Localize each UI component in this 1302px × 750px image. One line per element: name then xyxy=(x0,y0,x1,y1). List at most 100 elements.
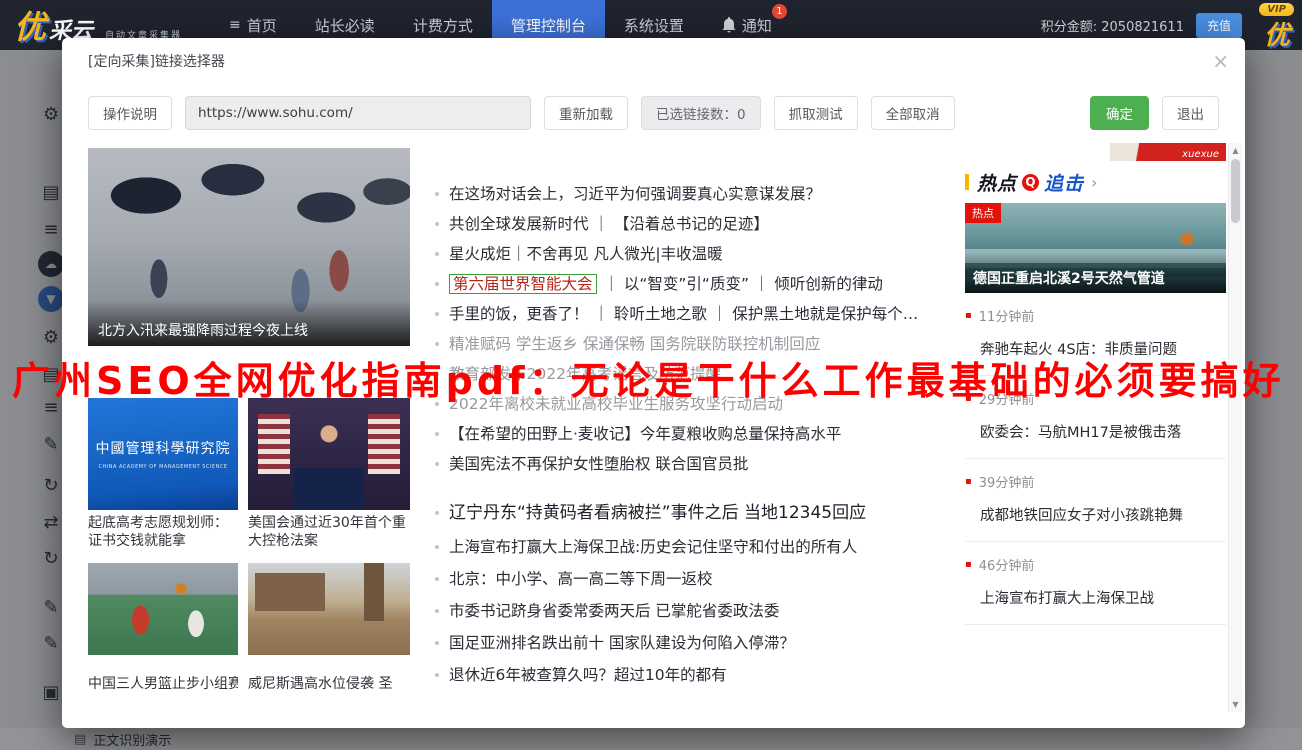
bullet-icon xyxy=(435,222,439,226)
hot-item-link[interactable]: 成都地铁回应女子对小孩跳艳舞 xyxy=(965,504,1226,525)
news-item[interactable]: 上海宣布打赢大上海保卫战:历史会记住坚守和付出的所有人 xyxy=(432,531,966,563)
news-link: 美国宪法不再保护女性堕胎权 联合国官员批 xyxy=(449,455,748,473)
menu-icon: ≡ xyxy=(229,17,241,33)
confirm-button[interactable]: 确定 xyxy=(1090,96,1149,130)
navbar-right: 积分金额: 2050821611 充值 xyxy=(1041,13,1242,38)
main-photo[interactable]: 北方入汛来最强降雨过程今夜上线 xyxy=(88,148,410,346)
news-item[interactable]: 手里的饭，更香了！ ｜ 聆听土地之歌 ｜ 保护黑土地就是保护每个… xyxy=(432,299,966,329)
news-card-congress[interactable] xyxy=(248,398,410,510)
card-image-text: 中國管理科學研究院 xyxy=(96,438,231,458)
news-list: 在这场对话会上，习近平为何强调要真心实意谋发展？ 共创全球发展新时代 ｜ 【沿着… xyxy=(432,179,966,691)
help-button[interactable]: 操作说明 xyxy=(88,96,172,130)
url-input[interactable] xyxy=(185,96,531,130)
news-card-basketball[interactable] xyxy=(88,563,238,655)
hot-item[interactable]: ▪39分钟前 成都地铁回应女子对小孩跳艳舞 xyxy=(965,459,1226,542)
news-link: 共创全球发展新时代 ｜ 【沿着总书记的足迹】 xyxy=(449,215,769,233)
bullet-icon xyxy=(435,609,439,613)
scroll-down-icon[interactable]: ▼ xyxy=(1229,700,1242,709)
main-photo-caption[interactable]: 北方入汛来最强降雨过程今夜上线 xyxy=(88,300,410,346)
bullet-icon xyxy=(435,641,439,645)
bullet-icon xyxy=(435,545,439,549)
corner-logo-glyph: 优 xyxy=(1264,15,1290,52)
hot-item[interactable]: ▪ 46分钟前 上海宣布打赢大上海保卫战 xyxy=(965,542,1226,625)
news-item[interactable]: 星火成炬｜不舍再见 凡人微光|丰收温暖 xyxy=(432,239,966,269)
news-link: 在这场对话会上，习近平为何强调要真心实意谋发展？ xyxy=(449,185,821,203)
accent-bar xyxy=(965,174,969,190)
dialog-toolbar: 操作说明 重新加载 已选链接数：0 抓取测试 全部取消 确定 退出 xyxy=(88,96,1219,130)
news-link: 上海宣布打赢大上海保卫战:历史会记住坚守和付出的所有人 xyxy=(449,538,857,556)
notification-badge: 1 xyxy=(772,4,787,19)
nav-must-read-label: 站长必读 xyxy=(315,15,375,36)
watermark-text: 广州SEO全网优化指南pdf：无论是干什么工作最基础的必须要搞好 xyxy=(12,350,1285,405)
bullet-square-icon: ▪ xyxy=(965,311,972,321)
bullet-icon xyxy=(435,673,439,677)
credit-balance: 积分金额: 2050821611 xyxy=(1041,16,1184,35)
logo-glyph: 优 xyxy=(14,2,46,48)
news-item[interactable]: 美国宪法不再保护女性堕胎权 联合国官员批 xyxy=(432,449,966,479)
hot-image-caption: 德国正重启北溪2号天然气管道 xyxy=(965,252,1226,293)
hot-tag-badge: 热点 xyxy=(965,203,1001,223)
bullet-icon xyxy=(435,342,439,346)
bullet-icon xyxy=(435,192,439,196)
card-image-subtext: CHINA ACADEMY OF MANAGEMENT SCIENCE xyxy=(99,464,228,470)
recharge-button[interactable]: 充值 xyxy=(1196,13,1242,38)
close-icon[interactable]: × xyxy=(1212,51,1229,71)
dialog-header: [定向采集]链接选择器 × xyxy=(88,46,1229,76)
scrollbar[interactable]: ▲ ▼ xyxy=(1228,143,1242,712)
nav-pricing-label: 计费方式 xyxy=(413,15,473,36)
bullet-icon xyxy=(435,282,439,286)
card-caption[interactable]: 起底高考志愿规划师：证书交钱就能拿 xyxy=(88,515,238,550)
news-item[interactable]: 北京：中小学、高一高二等下周一返校 xyxy=(432,563,966,595)
promo-banner-text: xuexue xyxy=(1182,149,1219,160)
news-item[interactable]: 在这场对话会上，习近平为何强调要真心实意谋发展？ xyxy=(432,179,966,209)
chevron-right-icon[interactable]: › xyxy=(1091,173,1097,192)
card-caption[interactable]: 威尼斯遇高水位侵袭 圣 xyxy=(248,676,410,694)
reload-button[interactable]: 重新加载 xyxy=(544,96,628,130)
hot-panel-header: 热点 Q 追击 › xyxy=(965,171,1226,193)
grab-test-button[interactable]: 抓取测试 xyxy=(774,96,858,130)
news-link: 手里的饭，更香了！ ｜ 聆听土地之歌 ｜ 保护黑土地就是保护每个… xyxy=(449,305,918,323)
nav-console-label: 管理控制台 xyxy=(511,15,586,36)
bullet-icon xyxy=(435,312,439,316)
hot-item-link[interactable]: 欧委会：马航MH17是被俄击落 xyxy=(965,421,1226,442)
news-item[interactable]: 国足亚洲排名跌出前十 国家队建设为何陷入停滞？ xyxy=(432,627,966,659)
highlighted-link[interactable]: 第六届世界智能大会 xyxy=(449,274,597,294)
bullet-icon xyxy=(435,432,439,436)
nav-notifications-label: 通知 xyxy=(742,15,772,36)
bullet-square-icon: ▪ xyxy=(965,477,972,487)
news-link: 【在希望的田野上·麦收记】今年夏粮收购总量保持高水平 xyxy=(449,425,841,443)
news-link: 星火成炬｜不舍再见 凡人微光|丰收温暖 xyxy=(449,245,723,263)
hot-item-time: 46分钟前 xyxy=(979,555,1035,574)
news-item[interactable]: 第六届世界智能大会 ｜ 以“智变”引“质变” ｜ 倾听创新的律动 xyxy=(432,269,966,299)
news-link: 辽宁丹东“持黄码者看病被拦”事件之后 当地12345回应 xyxy=(449,503,866,523)
hot-title-right: 追击 xyxy=(1044,169,1084,196)
news-card-venice[interactable] xyxy=(248,563,410,655)
news-link: 北京：中小学、高一高二等下周一返校 xyxy=(449,570,713,588)
news-item[interactable]: 共创全球发展新时代 ｜ 【沿着总书记的足迹】 xyxy=(432,209,966,239)
embedded-page: xuexue 北方入汛来最强降雨过程今夜上线 中國管理科學研究院 CHINA A… xyxy=(88,143,1242,712)
bullet-square-icon: ▪ xyxy=(965,560,972,570)
news-item[interactable]: 辽宁丹东“持黄码者看病被拦”事件之后 当地12345回应 xyxy=(432,495,966,531)
news-card-institute[interactable]: 中國管理科學研究院 CHINA ACADEMY OF MANAGEMENT SC… xyxy=(88,398,238,510)
hot-title-left: 热点 xyxy=(977,169,1017,196)
scroll-up-icon[interactable]: ▲ xyxy=(1229,146,1242,155)
card-caption[interactable]: 美国会通过近30年首个重大控枪法案 xyxy=(248,515,410,550)
bullet-icon xyxy=(435,462,439,466)
news-item[interactable]: 【在希望的田野上·麦收记】今年夏粮收购总量保持高水平 xyxy=(432,419,966,449)
selected-count-badge: 已选链接数：0 xyxy=(641,96,761,130)
promo-banner[interactable]: xuexue xyxy=(1110,143,1226,161)
cancel-all-button[interactable]: 全部取消 xyxy=(871,96,955,130)
exit-button[interactable]: 退出 xyxy=(1162,96,1219,130)
hot-item-time: 11分钟前 xyxy=(979,306,1035,325)
hot-image[interactable]: 热点 德国正重启北溪2号天然气管道 xyxy=(965,203,1226,293)
scrollbar-thumb[interactable] xyxy=(1231,159,1240,223)
news-item[interactable]: 退休近6年被查算久吗？超过10年的都有 xyxy=(432,659,966,691)
news-item[interactable]: 市委书记跻身省委常委两天后 已掌舵省委政法委 xyxy=(432,595,966,627)
bullet-icon xyxy=(435,511,439,515)
dialog-title: [定向采集]链接选择器 xyxy=(88,51,225,71)
news-link: 退休近6年被查算久吗？超过10年的都有 xyxy=(449,666,727,684)
news-link: 国足亚洲排名跌出前十 国家队建设为何陷入停滞？ xyxy=(449,634,795,652)
hot-item-link[interactable]: 上海宣布打赢大上海保卫战 xyxy=(965,587,1226,608)
card-caption[interactable]: 中国三人男篮止步小组赛 xyxy=(88,676,238,694)
news-link: ｜ 以“智变”引“质变” ｜ 倾听创新的律动 xyxy=(599,275,883,293)
